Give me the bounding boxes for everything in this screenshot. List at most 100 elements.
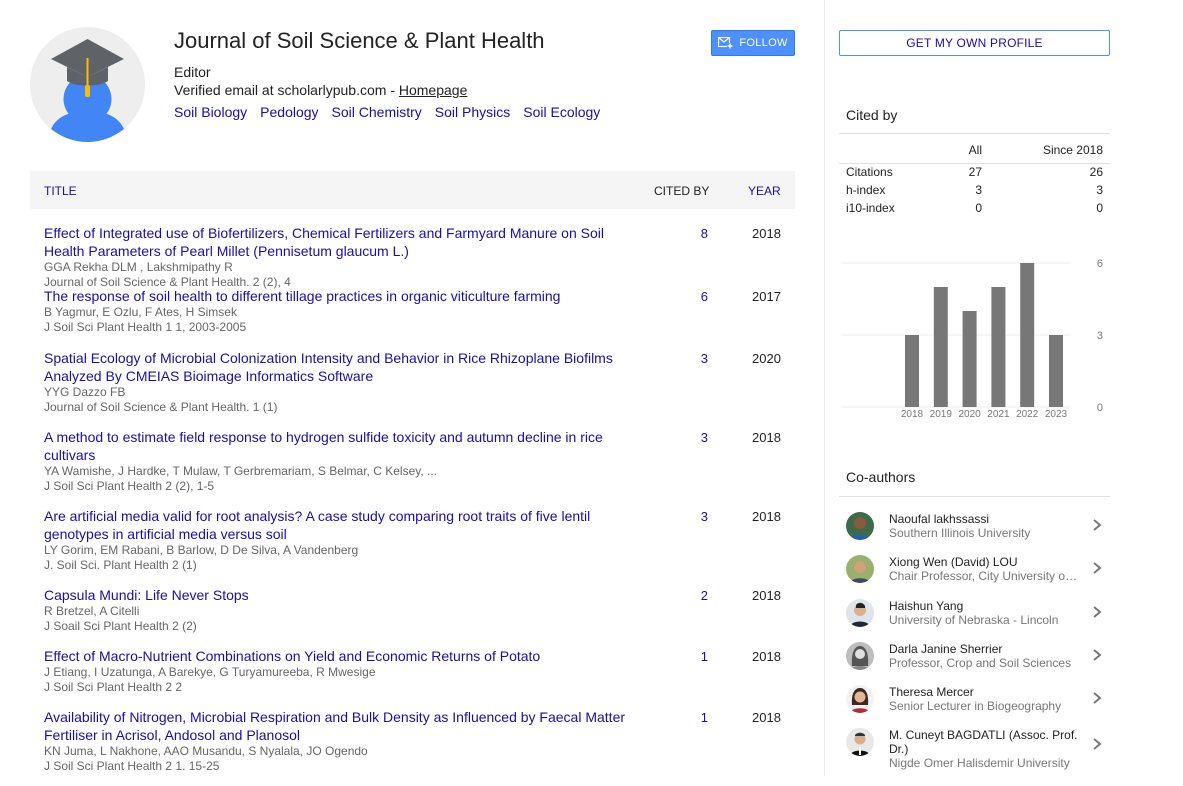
sort-by-year[interactable]: YEAR xyxy=(748,184,781,198)
stats-row: h-index 3 3 xyxy=(839,182,1110,200)
co-authors-list: Naoufal lakhssassi Southern Illinois Uni… xyxy=(839,505,1110,771)
interest-link[interactable]: Soil Chemistry xyxy=(332,104,422,120)
cited-by-count-link[interactable]: 1 xyxy=(670,649,708,664)
article-title-link[interactable]: Are artificial media valid for root anal… xyxy=(44,507,644,543)
coauthor-name: Darla Janine Sherrier xyxy=(889,641,1003,656)
article-venue: J Soil Sci Plant Health 1 1, 2003-2005 xyxy=(44,320,247,334)
divider xyxy=(839,496,1110,497)
coauthor-name: Xiong Wen (David) LOU xyxy=(889,555,1018,570)
sort-by-cited[interactable]: CITED BY xyxy=(654,184,709,198)
article-authors: J Etiang, I Uzatunga, A Barekye, G Turya… xyxy=(44,665,376,679)
chevron-right-icon xyxy=(1093,649,1102,661)
stat-since: 26 xyxy=(1089,165,1103,179)
coauthor-affiliation: Senior Lecturer in Biogeography xyxy=(889,699,1062,714)
stat-all: 0 xyxy=(975,201,982,215)
article-year: 2018 xyxy=(752,509,781,524)
coauthor-item[interactable]: M. Cuneyt BAGDATLI (Assoc. Prof. Dr.) Ni… xyxy=(839,721,1110,771)
article-venue: J Soil Sci Plant Health 2 2 xyxy=(44,680,183,694)
citation-stats-table: All Since 2018 Citations 27 26 h-index 3… xyxy=(839,134,1110,218)
interest-link[interactable]: Pedology xyxy=(260,104,318,120)
profile-info: Journal of Soil Science & Plant Health E… xyxy=(174,29,614,121)
article-year: 2018 xyxy=(752,588,781,603)
coauthor-name: Haishun Yang xyxy=(889,598,964,613)
person-photo-icon xyxy=(846,598,874,627)
stat-since: 3 xyxy=(1096,183,1103,197)
chevron-right-icon xyxy=(1093,692,1102,704)
interest-link[interactable]: Soil Biology xyxy=(174,104,247,120)
cited-by-count-link[interactable]: 3 xyxy=(670,509,708,524)
homepage-link[interactable]: Homepage xyxy=(399,82,468,98)
cited-by-count-link[interactable]: 1 xyxy=(670,710,708,725)
coauthor-avatar xyxy=(846,685,874,714)
article-title-link[interactable]: Effect of Integrated use of Biofertilize… xyxy=(44,224,644,260)
coauthor-item[interactable]: Xiong Wen (David) LOU Chair Professor, C… xyxy=(839,548,1110,591)
articles-list: Effect of Integrated use of Biofertilize… xyxy=(30,224,795,778)
stats-col-all: All xyxy=(968,143,982,157)
profile-affiliation: Editor xyxy=(174,64,211,80)
table-row: Availability of Nitrogen, Microbial Resp… xyxy=(30,708,795,778)
get-my-own-profile-button[interactable]: GET MY OWN PROFILE xyxy=(839,30,1110,56)
article-authors: LY Gorim, EM Rabani, B Barlow, D De Silv… xyxy=(44,543,359,557)
chart-bar-2022[interactable] xyxy=(1020,263,1035,407)
chart-bar-2021[interactable] xyxy=(991,287,1006,407)
cited-by-count-link[interactable]: 3 xyxy=(670,351,708,366)
interest-link[interactable]: Soil Physics xyxy=(435,104,510,120)
coauthor-avatar xyxy=(846,555,874,584)
article-title-link[interactable]: Capsula Mundi: Life Never Stops xyxy=(44,586,644,604)
article-venue: J Soil Sci Plant Health 2 (2), 1-5 xyxy=(44,479,215,493)
coauthor-name: M. Cuneyt BAGDATLI (Assoc. Prof. Dr.) xyxy=(889,728,1078,757)
email-text: Verified email at scholarlypub.com - xyxy=(174,82,399,98)
cited-by-count-link[interactable]: 2 xyxy=(670,588,708,603)
person-photo-icon xyxy=(846,685,874,714)
citations-per-year-chart: 6 3 0 2018 2019 2020 2021 2022 2023 xyxy=(839,255,1110,425)
person-photo-icon xyxy=(846,555,874,584)
cited-by-count-link[interactable]: 6 xyxy=(670,289,708,304)
article-title-link[interactable]: The response of soil health to different… xyxy=(44,287,644,305)
chart-bar-2019[interactable] xyxy=(933,287,948,407)
article-title-link[interactable]: Availability of Nitrogen, Microbial Resp… xyxy=(44,708,644,744)
coauthor-item[interactable]: Darla Janine Sherrier Professor, Crop an… xyxy=(839,635,1110,678)
cited-by-count-link[interactable]: 3 xyxy=(670,430,708,445)
interest-link[interactable]: Soil Ecology xyxy=(523,104,600,120)
article-title-link[interactable]: Spatial Ecology of Microbial Colonizatio… xyxy=(44,349,644,385)
coauthor-avatar xyxy=(846,512,874,540)
table-row: Are artificial media valid for root anal… xyxy=(30,507,795,586)
coauthor-item[interactable]: Theresa Mercer Senior Lecturer in Biogeo… xyxy=(839,678,1110,721)
article-venue: J. Soil Sci. Plant Health 2 (1) xyxy=(44,558,197,572)
article-authors: KN Juma, L Nakhone, AAO Musandu, S Nyala… xyxy=(44,744,368,758)
sort-by-title[interactable]: TITLE xyxy=(44,184,77,198)
x-tick-label: 2022 xyxy=(1016,409,1039,420)
coauthor-affiliation: Southern Illinois University xyxy=(889,526,1031,540)
stats-header: All Since 2018 xyxy=(839,134,1110,164)
stat-since: 0 xyxy=(1096,201,1103,215)
article-year: 2020 xyxy=(752,351,781,366)
sidebar-divider xyxy=(824,0,825,776)
research-interests: Soil Biology Pedology Soil Chemistry Soil P… xyxy=(174,104,614,120)
table-row: Effect of Integrated use of Biofertilize… xyxy=(30,224,795,289)
article-authors: YYG Dazzo FB xyxy=(44,385,126,399)
x-tick-label: 2021 xyxy=(987,409,1010,420)
follow-button[interactable]: FOLLOW xyxy=(711,30,795,56)
cited-by-count-link[interactable]: 8 xyxy=(670,226,708,241)
article-title-link[interactable]: A method to estimate field response to h… xyxy=(44,428,644,464)
article-title-link[interactable]: Effect of Macro-Nutrient Combinations on… xyxy=(44,647,644,665)
chart-bar-2018[interactable] xyxy=(905,335,919,407)
citations-bar-chart: 6 3 0 2018 2019 2020 2021 2022 2023 xyxy=(843,258,1103,420)
stats-row: Citations 27 26 xyxy=(839,164,1110,182)
chart-bar-2020[interactable] xyxy=(962,311,977,407)
stat-all: 27 xyxy=(968,165,982,179)
chevron-right-icon xyxy=(1093,738,1102,751)
article-authors: B Yagmur, E Ozlu, F Ates, H Simsek xyxy=(44,305,237,319)
coauthor-item[interactable]: Haishun Yang University of Nebraska - Li… xyxy=(839,592,1110,635)
stat-label: Citations xyxy=(846,165,893,179)
coauthor-avatar xyxy=(846,728,874,757)
profile-avatar xyxy=(30,27,145,142)
article-venue: J Soil Sci Plant Health 2 1. 15-25 xyxy=(44,759,220,773)
article-year: 2018 xyxy=(752,649,781,664)
stat-label: h-index xyxy=(846,183,886,197)
profile-email: Verified email at scholarlypub.com - Hom… xyxy=(174,82,614,98)
chart-bar-2023[interactable] xyxy=(1049,335,1063,407)
table-row: Effect of Macro-Nutrient Combinations on… xyxy=(30,647,795,708)
coauthor-item[interactable]: Naoufal lakhssassi Southern Illinois Uni… xyxy=(839,505,1110,548)
article-venue: Journal of Soil Science & Plant Health. … xyxy=(44,400,278,414)
